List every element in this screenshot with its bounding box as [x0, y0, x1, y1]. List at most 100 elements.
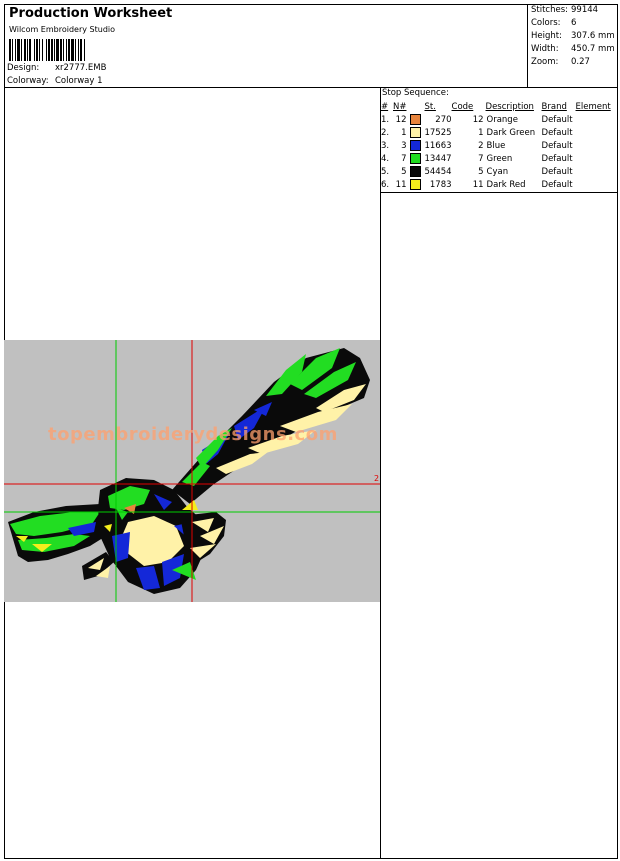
stop-sequence-table: # N# St. Code Description Brand Element … [380, 100, 616, 191]
row-brand: Default [541, 114, 573, 125]
row-description: Orange [486, 114, 518, 125]
design-label: Design: [7, 63, 40, 73]
colorway-value: Colorway 1 [55, 76, 103, 86]
table-row: 6. 11 1783 11 Dark Red Default [380, 178, 616, 191]
row-index: 4. [381, 153, 390, 164]
color-swatch [410, 179, 422, 190]
table-row: 1. 12 270 12 Orange Default [380, 113, 616, 126]
row-index: 5. [381, 166, 390, 177]
row-element [576, 113, 616, 126]
row-index: 2. [381, 127, 390, 138]
col-header-element: Element [575, 101, 611, 112]
page-title: Production Worksheet [9, 6, 173, 21]
design-value: xr2777.EMB [55, 63, 107, 73]
stat-height: Height: 307.6 mm [531, 31, 615, 41]
row-stitches: 11663 [424, 140, 452, 151]
row-needle: 12 [395, 114, 407, 125]
row-needle: 1 [401, 127, 407, 138]
stat-value: 0.27 [571, 57, 590, 67]
col-header-code: Code [451, 101, 474, 112]
row-description: Green [486, 153, 513, 164]
col-header-description: Description [485, 101, 534, 112]
row-element [576, 126, 616, 139]
design-preview: topembroiderydesigns.com 2 [4, 340, 380, 602]
row-brand: Default [541, 166, 573, 177]
row-brand: Default [541, 140, 573, 151]
stop-sequence-panel: Stop Sequence: # N# St. Code Description… [380, 88, 618, 193]
col-header-stitches: St. [424, 101, 436, 112]
eagle-embroidery-image [4, 340, 380, 602]
guide-marker-label: 2 [374, 474, 380, 483]
colorway-label: Colorway: [7, 76, 49, 86]
row-code: 7 [478, 153, 484, 164]
row-stitches: 54454 [424, 166, 452, 177]
row-code: 1 [478, 127, 484, 138]
row-stitches: 13447 [424, 153, 452, 164]
table-row: 5. 5 54454 5 Cyan Default [380, 165, 616, 178]
row-description: Blue [486, 140, 506, 151]
row-element [576, 165, 616, 178]
watermark-text: topembroiderydesigns.com [48, 424, 338, 445]
color-swatch [410, 166, 422, 177]
row-element [576, 139, 616, 152]
stat-label: Zoom: [531, 57, 559, 67]
color-swatch-cell [406, 152, 424, 165]
color-swatch-cell [406, 126, 424, 139]
row-needle: 7 [401, 153, 407, 164]
stat-value: 450.7 mm [571, 44, 615, 54]
row-brand: Default [541, 127, 573, 138]
software-name: Wilcom Embroidery Studio [9, 25, 116, 34]
color-swatch [410, 140, 422, 151]
row-code: 11 [472, 179, 484, 190]
row-brand: Default [541, 153, 573, 164]
stat-value: 6 [571, 18, 577, 28]
stat-label: Width: [531, 44, 559, 54]
barcode [9, 39, 131, 61]
col-header-brand: Brand [541, 101, 567, 112]
row-needle: 11 [395, 179, 407, 190]
row-index: 6. [381, 179, 390, 190]
row-description: Dark Red [486, 179, 526, 190]
stats-panel: Stitches: 99144 Colors: 6 Height: 307.6 … [527, 5, 619, 88]
row-needle: 3 [401, 140, 407, 151]
row-code: 5 [478, 166, 484, 177]
color-swatch [410, 153, 422, 164]
row-element [576, 178, 616, 191]
row-code: 2 [478, 140, 484, 151]
worksheet-header: Production Worksheet Wilcom Embroidery S… [4, 4, 618, 88]
stat-label: Stitches: [531, 5, 569, 15]
row-stitches: 1783 [429, 179, 452, 190]
color-swatch [410, 114, 422, 125]
stat-label: Colors: [531, 18, 561, 28]
stat-zoom: Zoom: 0.27 [531, 57, 590, 67]
row-element [576, 152, 616, 165]
row-stitches: 17525 [424, 127, 452, 138]
color-swatch-cell [406, 165, 424, 178]
row-brand: Default [541, 179, 573, 190]
row-index: 3. [381, 140, 390, 151]
color-swatch-cell [406, 178, 424, 191]
row-description: Cyan [486, 166, 509, 177]
table-row: 2. 1 17525 1 Dark Green Default [380, 126, 616, 139]
color-swatch-cell [406, 113, 424, 126]
row-index: 1. [381, 114, 390, 125]
left-wing [8, 504, 110, 562]
table-row: 3. 3 11663 2 Blue Default [380, 139, 616, 152]
stat-width: Width: 450.7 mm [531, 44, 615, 54]
stat-value: 307.6 mm [571, 31, 615, 41]
col-header-needle: N# [393, 101, 407, 112]
stat-label: Height: [531, 31, 562, 41]
row-stitches: 270 [435, 114, 452, 125]
column-divider [380, 88, 381, 859]
table-row: 4. 7 13447 7 Green Default [380, 152, 616, 165]
stat-value: 99144 [571, 5, 599, 15]
color-swatch-cell [406, 139, 424, 152]
color-swatch [410, 127, 422, 138]
stat-colors: Colors: 6 [531, 18, 576, 28]
row-needle: 5 [401, 166, 407, 177]
col-header-num: # [381, 101, 389, 112]
row-code: 12 [472, 114, 484, 125]
stop-sequence-heading: Stop Sequence: [382, 88, 449, 98]
row-description: Dark Green [486, 127, 536, 138]
table-header-row: # N# St. Code Description Brand Element [380, 100, 616, 113]
